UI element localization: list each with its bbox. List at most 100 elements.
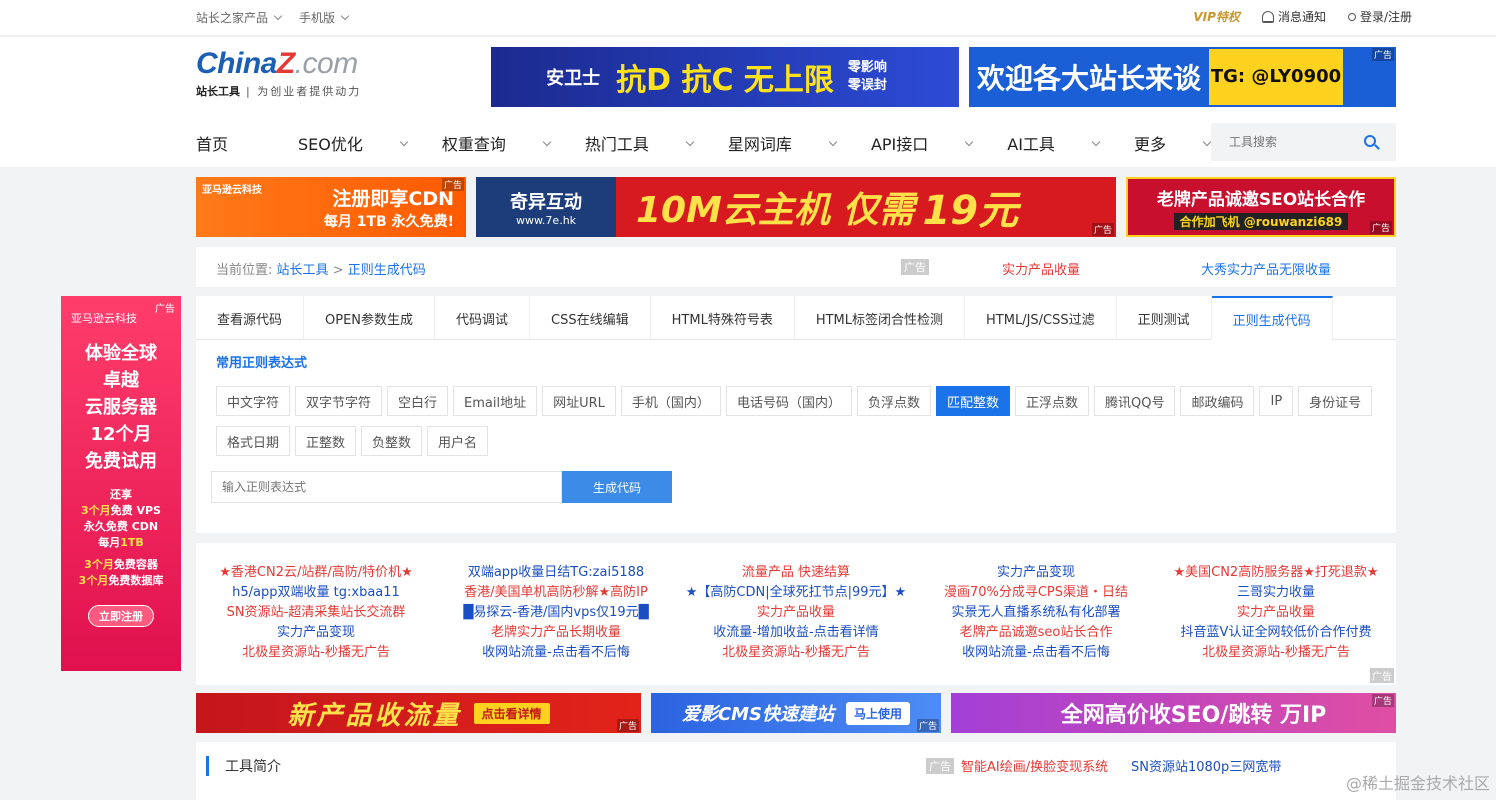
tab-view-source[interactable]: 查看源代码 bbox=[196, 296, 305, 340]
ad-link[interactable]: 抖音蓝V认证全网较低价合作付费 bbox=[1156, 623, 1396, 643]
bottom-ad-seo-ip[interactable]: 全网高价收SEO/跳转 万IP 广告 bbox=[951, 693, 1396, 733]
nav-item-more[interactable]: 更多 bbox=[1134, 131, 1212, 155]
nav-item-weight[interactable]: 权重查询 bbox=[442, 131, 552, 155]
banner-ad-seo[interactable]: 老牌产品诚邀SEO站长合作 合作加飞机 @rouwanzi689 广告 bbox=[1126, 177, 1396, 237]
chevron-down-icon bbox=[399, 137, 409, 146]
breadcrumb-current[interactable]: 正则生成代码 bbox=[348, 263, 426, 278]
tool-search-input[interactable] bbox=[1211, 123, 1351, 161]
site-logo[interactable]: ChinaZ.com 站长工具 | 为创业者提供动力 bbox=[196, 47, 361, 99]
ad-link[interactable]: 实力产品变现 bbox=[196, 623, 436, 643]
preset-chip[interactable]: IP bbox=[1259, 386, 1294, 416]
tab-html-js-css-filter[interactable]: HTML/JS/CSS过滤 bbox=[965, 296, 1117, 340]
header-ad-2[interactable]: 欢迎各大站长来谈 TG: @LY0900 广告 bbox=[969, 47, 1396, 107]
ad-link[interactable]: █易探云-香港/国内vps仅19元█ bbox=[436, 603, 676, 623]
nav-item-api[interactable]: API接口 bbox=[871, 131, 974, 155]
bottom-ad-cms[interactable]: 爱影CMS快速建站 马上使用 广告 bbox=[651, 693, 941, 733]
preset-chip[interactable]: 邮政编码 bbox=[1180, 386, 1255, 416]
nav-item-seo[interactable]: SEO优化 bbox=[298, 131, 409, 155]
ad-link[interactable]: 北极星资源站-秒播无广告 bbox=[1156, 643, 1396, 663]
nav-item-wordbank[interactable]: 星网词库 bbox=[728, 131, 838, 155]
ad-link[interactable]: 流量产品 快速结算 bbox=[676, 563, 916, 583]
tab-html-symbols[interactable]: HTML特殊符号表 bbox=[651, 296, 795, 340]
ad-link[interactable]: ★美国CN2高防服务器★打死退款★ bbox=[1156, 563, 1396, 583]
intro-ad-link-1[interactable]: 智能AI绘画/换脸变现系统 bbox=[961, 756, 1108, 775]
notify-link[interactable]: 消息通知 bbox=[1261, 8, 1326, 25]
intro-ad-link-2[interactable]: SN资源站1080p三网宽带 bbox=[1131, 756, 1281, 775]
nav-item-hot-tools[interactable]: 热门工具 bbox=[585, 131, 695, 155]
vip-link[interactable]: VIP特权 bbox=[1193, 8, 1240, 25]
regex-presets: 中文字符 双字节字符 空白行 Email地址 网址URL 手机（国内） 电话号码… bbox=[216, 386, 1396, 456]
ad-link[interactable]: 实力产品收量 bbox=[1156, 603, 1396, 623]
ad-link[interactable]: 实力产品收量 bbox=[676, 603, 916, 623]
ad-link[interactable]: 北极星资源站-秒播无广告 bbox=[196, 643, 436, 663]
side-ad[interactable]: 亚马逊云科技 广告 体验全球 卓越 云服务器 12个月 免费试用 还享 3个月免费… bbox=[61, 296, 181, 671]
ad-link[interactable]: 收流量-增加收益-点击看详情 bbox=[676, 623, 916, 643]
breadcrumb-ad-link-2[interactable]: 大秀实力产品无限收量 bbox=[1201, 259, 1331, 278]
mobile-menu[interactable]: 手机版 bbox=[299, 9, 350, 26]
ad-link[interactable]: 北极星资源站-秒播无广告 bbox=[676, 643, 916, 663]
chevron-down-icon bbox=[685, 137, 695, 146]
header-ad-1[interactable]: 安卫士 抗D 抗C 无上限 零影响 零误封 bbox=[491, 47, 959, 107]
bottom-ad-traffic[interactable]: 新产品收流量 点击看详情 广告 bbox=[196, 693, 641, 733]
ad-link[interactable]: ★香港CN2云/站群/高防/特价机★ bbox=[196, 563, 436, 583]
preset-chip[interactable]: 网址URL bbox=[542, 386, 616, 416]
nav-item-ai-tools[interactable]: AI工具 bbox=[1007, 131, 1101, 155]
ad-link[interactable]: 实力产品变现 bbox=[916, 563, 1156, 583]
tool-search bbox=[1211, 123, 1396, 161]
ad-link[interactable]: h5/app双端收量 tg:xbaa11 bbox=[196, 583, 436, 603]
preset-chip[interactable]: Email地址 bbox=[453, 386, 538, 416]
ad-link[interactable]: 收网站流量-点击看不后悔 bbox=[916, 643, 1156, 663]
preset-chip[interactable]: 双字节字符 bbox=[295, 386, 383, 416]
breadcrumb-ad-link-1[interactable]: 实力产品收量 bbox=[1002, 259, 1080, 278]
tool-tabs: 查看源代码 OPEN参数生成 代码调试 CSS在线编辑 HTML特殊符号表 HT… bbox=[196, 296, 1396, 341]
login-link[interactable]: 登录/注册 bbox=[1347, 8, 1412, 25]
preset-chip[interactable]: 中文字符 bbox=[216, 386, 291, 416]
ad-link[interactable]: 实景无人直播系统私有化部署 bbox=[916, 603, 1156, 623]
products-menu[interactable]: 站长之家产品 bbox=[196, 9, 283, 26]
header: ChinaZ.com 站长工具 | 为创业者提供动力 安卫士 抗D 抗C 无上限 … bbox=[0, 37, 1496, 167]
nav-item-home[interactable]: 首页 bbox=[196, 131, 263, 155]
ad-link[interactable]: ★【高防CDN|全球死扛节点|99元】★ bbox=[676, 583, 916, 603]
bell-icon bbox=[1261, 11, 1274, 23]
chevron-down-icon bbox=[542, 137, 552, 146]
ad-link[interactable]: 老牌产品诚邀seo站长合作 bbox=[916, 623, 1156, 643]
preset-chip[interactable]: 正整数 bbox=[295, 426, 357, 456]
preset-chip[interactable]: 电话号码（国内） bbox=[725, 386, 852, 416]
preset-chip[interactable]: 用户名 bbox=[427, 426, 489, 456]
ad-link[interactable]: 香港/美国单机高防秒解★高防IP bbox=[436, 583, 676, 603]
ad-link[interactable]: 漫画70%分成寻CPS渠道・日结 bbox=[916, 583, 1156, 603]
ad-link[interactable]: 双端app收量日结TG:zai5188 bbox=[436, 563, 676, 583]
banner-ad-cdn[interactable]: 亚马逊云科技 注册即享CDN 每月 1TB 永久免费! 广告 bbox=[196, 177, 466, 237]
side-ad-register-button[interactable]: 立即注册 bbox=[88, 605, 154, 627]
ad-link[interactable]: 老牌实力产品长期收量 bbox=[436, 623, 676, 643]
banner-ad-cloud-host[interactable]: 奇异互动 www.7e.hk 10M云主机 仅需 19元 广告 bbox=[476, 177, 1116, 237]
tool-panel: 查看源代码 OPEN参数生成 代码调试 CSS在线编辑 HTML特殊符号表 HT… bbox=[196, 296, 1396, 533]
chevron-down-icon bbox=[273, 11, 283, 21]
tool-intro: 工具简介 广告 智能AI绘画/换脸变现系统 SN资源站1080p三网宽带 bbox=[196, 742, 1396, 800]
intro-title: 工具简介 bbox=[206, 756, 281, 776]
search-icon[interactable] bbox=[1364, 135, 1376, 147]
preset-chip[interactable]: 腾讯QQ号 bbox=[1094, 386, 1176, 416]
generate-code-button[interactable]: 生成代码 bbox=[562, 471, 672, 503]
preset-chip[interactable]: 负整数 bbox=[361, 426, 423, 456]
preset-chip-active[interactable]: 匹配整数 bbox=[935, 386, 1010, 416]
tab-code-debug[interactable]: 代码调试 bbox=[435, 296, 531, 340]
preset-chip[interactable]: 手机（国内） bbox=[620, 386, 721, 416]
ad-link[interactable]: SN资源站-超清采集站长交流群 bbox=[196, 603, 436, 623]
preset-chip[interactable]: 负浮点数 bbox=[856, 386, 931, 416]
chevron-down-icon bbox=[828, 137, 838, 146]
preset-chip[interactable]: 空白行 bbox=[387, 386, 449, 416]
watermark: @稀土掘金技术社区 bbox=[1345, 774, 1490, 793]
ad-link[interactable]: 收网站流量-点击看不后悔 bbox=[436, 643, 676, 663]
tab-html-tag-check[interactable]: HTML标签闭合性检测 bbox=[795, 296, 966, 340]
preset-chip[interactable]: 身份证号 bbox=[1298, 386, 1373, 416]
regex-input[interactable] bbox=[211, 471, 562, 503]
tab-css-editor[interactable]: CSS在线编辑 bbox=[530, 296, 651, 340]
preset-chip[interactable]: 正浮点数 bbox=[1014, 386, 1089, 416]
preset-chip[interactable]: 格式日期 bbox=[216, 426, 291, 456]
tab-regex-test[interactable]: 正则测试 bbox=[1117, 296, 1212, 340]
ad-link[interactable]: 三哥实力收量 bbox=[1156, 583, 1396, 603]
tab-regex-codegen[interactable]: 正则生成代码 bbox=[1211, 296, 1333, 341]
breadcrumb-home-link[interactable]: 站长工具 bbox=[277, 263, 329, 278]
tab-open-params[interactable]: OPEN参数生成 bbox=[304, 296, 436, 340]
